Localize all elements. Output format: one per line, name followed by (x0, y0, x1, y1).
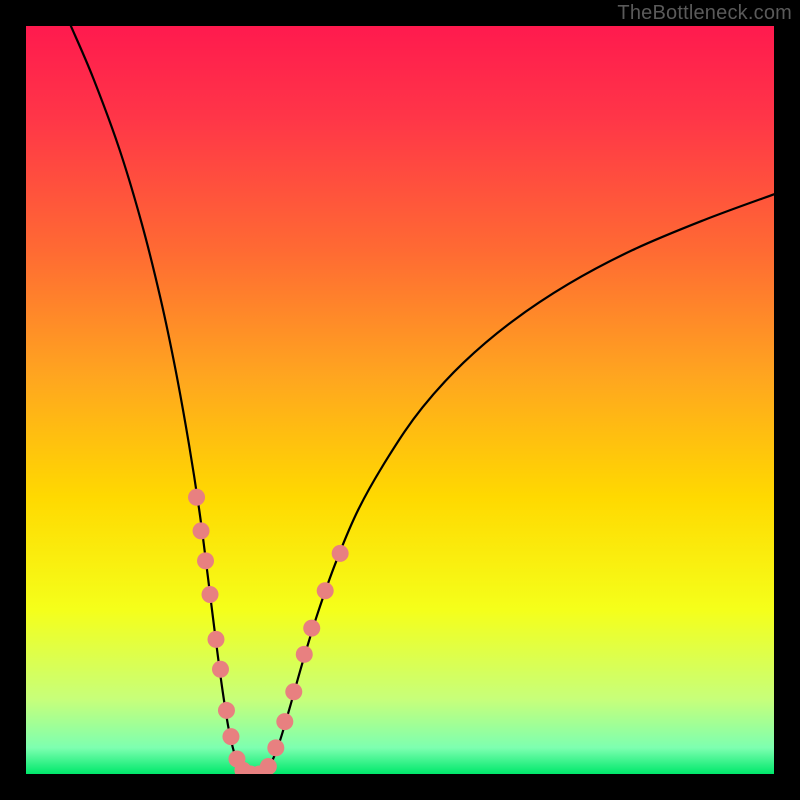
chart-frame (26, 26, 774, 774)
chart-background-gradient (26, 26, 774, 774)
watermark-text: TheBottleneck.com (617, 2, 792, 25)
